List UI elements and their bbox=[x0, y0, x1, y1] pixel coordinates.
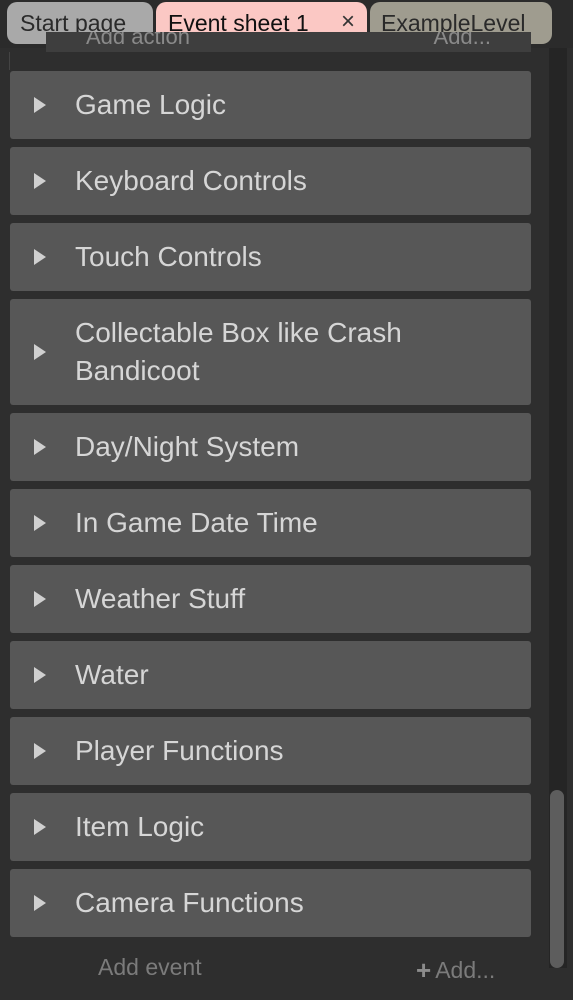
event-group[interactable]: Item Logic bbox=[10, 793, 531, 861]
event-group[interactable]: Camera Functions bbox=[10, 869, 531, 937]
add-button[interactable]: + Add... bbox=[416, 955, 495, 986]
event-sheet-editor: Start page Event sheet 1 × ExampleLevel … bbox=[0, 0, 573, 1000]
event-group[interactable]: Collectable Box like Crash Bandicoot bbox=[10, 299, 531, 405]
expand-arrow-icon[interactable] bbox=[34, 439, 46, 455]
event-group-title: Touch Controls bbox=[75, 241, 262, 272]
event-group-title: Collectable Box like Crash Bandicoot bbox=[75, 317, 402, 386]
event-group-title: Item Logic bbox=[75, 811, 205, 842]
event-group-title: Day/Night System bbox=[75, 431, 300, 462]
scrollbar-thumb[interactable] bbox=[550, 790, 564, 968]
event-group-title: Keyboard Controls bbox=[75, 165, 307, 196]
add-action-link[interactable]: Add action bbox=[86, 32, 190, 50]
expand-arrow-icon[interactable] bbox=[34, 819, 46, 835]
event-group-title: Game Logic bbox=[75, 89, 226, 120]
event-group[interactable]: Touch Controls bbox=[10, 223, 531, 291]
tree-connector bbox=[9, 52, 47, 70]
event-sheet: Add action Add... Game Logic Keyboard Con… bbox=[0, 32, 573, 1000]
expand-arrow-icon[interactable] bbox=[34, 249, 46, 265]
event-group[interactable]: Keyboard Controls bbox=[10, 147, 531, 215]
event-group[interactable]: Water bbox=[10, 641, 531, 709]
expand-arrow-icon[interactable] bbox=[34, 895, 46, 911]
expand-arrow-icon[interactable] bbox=[34, 97, 46, 113]
event-group[interactable]: Weather Stuff bbox=[10, 565, 531, 633]
add-link[interactable]: Add... bbox=[434, 32, 491, 50]
event-group-title: Player Functions bbox=[75, 735, 284, 766]
expand-arrow-icon[interactable] bbox=[34, 515, 46, 531]
event-group[interactable]: Player Functions bbox=[10, 717, 531, 785]
expand-arrow-icon[interactable] bbox=[34, 743, 46, 759]
expand-arrow-icon[interactable] bbox=[34, 591, 46, 607]
add-event-button[interactable]: Add event bbox=[98, 954, 202, 981]
event-group[interactable]: In Game Date Time bbox=[10, 489, 531, 557]
event-group[interactable]: Day/Night System bbox=[10, 413, 531, 481]
expand-arrow-icon[interactable] bbox=[34, 173, 46, 189]
event-group-title: Weather Stuff bbox=[75, 583, 246, 614]
event-group-title: In Game Date Time bbox=[75, 507, 318, 538]
expand-arrow-icon[interactable] bbox=[34, 344, 46, 360]
event-group-title: Water bbox=[75, 659, 149, 690]
event-group-title: Camera Functions bbox=[75, 887, 304, 918]
previous-event-row: Add action Add... bbox=[46, 32, 531, 52]
expand-arrow-icon[interactable] bbox=[34, 667, 46, 683]
add-button-label: Add... bbox=[435, 957, 496, 983]
event-group[interactable]: Game Logic bbox=[10, 71, 531, 139]
plus-icon: + bbox=[416, 955, 432, 985]
